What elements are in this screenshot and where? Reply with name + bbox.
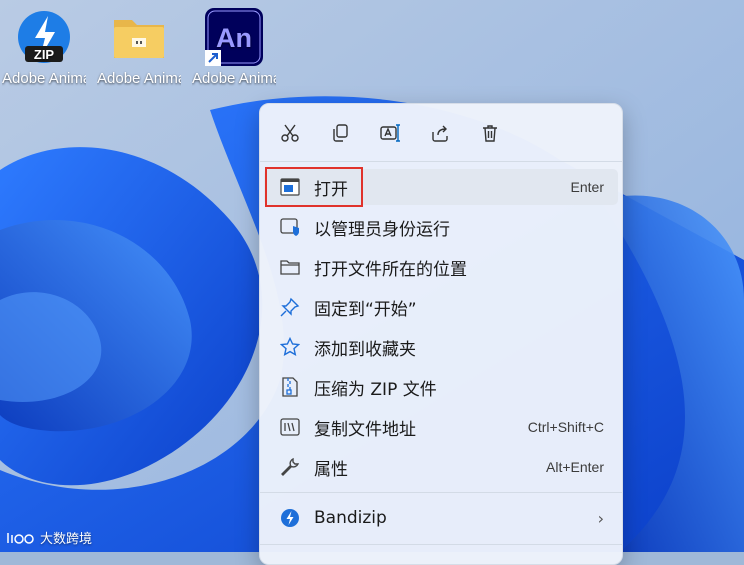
- desktop-icon-zip[interactable]: ZIP Adobe Anima...: [2, 8, 86, 88]
- menu-item-run-as-admin[interactable]: 以管理员身份运行: [264, 209, 618, 245]
- desktop-icon-label: Adobe Anima...: [97, 70, 181, 87]
- pin-icon: [280, 297, 300, 317]
- menu-item-bandizip[interactable]: Bandizip ›: [264, 500, 618, 536]
- share-button[interactable]: [425, 118, 455, 148]
- chevron-right-icon: ›: [597, 508, 604, 528]
- rename-icon: [380, 124, 400, 142]
- watermark: 大数跨境: [6, 528, 92, 547]
- delete-icon: [483, 125, 497, 142]
- cut-button[interactable]: [275, 118, 305, 148]
- cut-icon: [281, 124, 299, 142]
- menu-item-open-file-location[interactable]: 打开文件所在的位置: [264, 249, 618, 285]
- adobe-animate-icon: An: [205, 8, 263, 66]
- menu-item-add-to-favorites[interactable]: 添加到收藏夹: [264, 329, 618, 365]
- menu-item-properties[interactable]: 属性 Alt+Enter: [264, 449, 618, 485]
- copy-icon: [333, 124, 348, 142]
- watermark-logo-icon: [7, 532, 34, 544]
- star-icon: [280, 337, 300, 357]
- zip-file-icon: ZIP: [15, 8, 73, 66]
- menu-separator: [260, 492, 622, 493]
- menu-item-compress-zip[interactable]: 压缩为 ZIP 文件: [264, 369, 618, 405]
- bandizip-icon: [280, 508, 300, 528]
- rename-button[interactable]: [375, 118, 405, 148]
- delete-button[interactable]: [475, 118, 505, 148]
- menu-item-copy-path[interactable]: 复制文件地址 Ctrl+Shift+C: [264, 409, 618, 445]
- menu-item-pin-to-start[interactable]: 固定到“开始”: [264, 289, 618, 325]
- zip-compress-icon: [280, 377, 300, 397]
- desktop-icon-label: Adobe Anima...: [192, 70, 276, 87]
- annotation-highlight-box: [265, 167, 363, 207]
- copy-button[interactable]: [325, 118, 355, 148]
- menu-separator: [260, 544, 622, 545]
- desktop-icon-label: Adobe Anima...: [2, 70, 86, 87]
- shield-admin-icon: [280, 217, 300, 237]
- share-icon: [432, 125, 448, 142]
- copy-path-icon: [280, 417, 300, 437]
- folder-icon: [110, 8, 168, 66]
- svg-text:An: An: [216, 23, 252, 53]
- folder-outline-icon: [280, 257, 300, 277]
- desktop-icon-folder[interactable]: Adobe Anima...: [97, 8, 181, 88]
- context-menu-toolbar: [260, 104, 622, 160]
- menu-separator: [260, 161, 622, 162]
- desktop-icon-animate[interactable]: An Adobe Anima...: [192, 8, 276, 88]
- svg-text:ZIP: ZIP: [34, 47, 55, 62]
- wrench-icon: [280, 457, 300, 477]
